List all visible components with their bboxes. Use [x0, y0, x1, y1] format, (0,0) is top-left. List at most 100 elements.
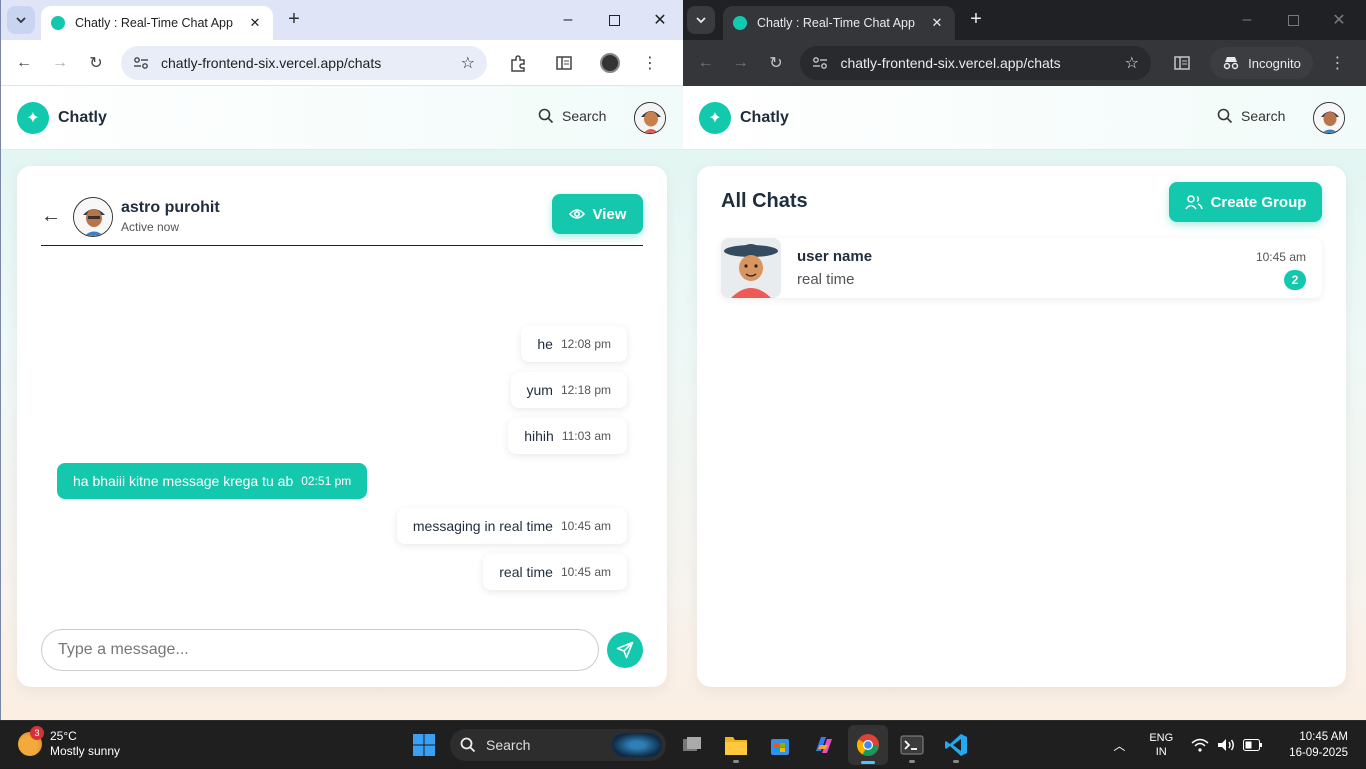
terminal-button[interactable]	[892, 725, 932, 765]
peer-name: astro purohit	[121, 199, 220, 216]
address-bar[interactable]: chatly-frontend-six.vercel.app/chats ☆	[121, 45, 487, 80]
chrome-button[interactable]	[848, 725, 888, 765]
message-bubble-received[interactable]: messaging in real time 10:45 am	[396, 508, 627, 544]
message-input[interactable]	[41, 629, 599, 671]
url-text: chatly-frontend-six.vercel.app/chats	[840, 55, 1061, 71]
message-bubble-sent[interactable]: ha bhaiii kitne message krega tu ab 02:51…	[57, 463, 368, 499]
chat-list-item[interactable]: user name real time 10:45 am 2	[721, 238, 1322, 298]
message-bubble-received[interactable]: he 12:08 pm	[521, 326, 627, 362]
vscode-button[interactable]	[936, 725, 976, 765]
header-search-button[interactable]: Search	[1217, 108, 1285, 124]
file-explorer-button[interactable]	[716, 725, 756, 765]
tab-search-button[interactable]	[687, 6, 715, 34]
bookmark-star-icon[interactable]: ☆	[461, 53, 475, 73]
forward-button[interactable]: →	[726, 48, 755, 78]
message-text: yum	[526, 382, 553, 398]
copilot-button[interactable]	[804, 725, 844, 765]
new-tab-button[interactable]: +	[965, 8, 987, 31]
reload-button[interactable]: ↻	[761, 48, 790, 78]
brand-name[interactable]: Chatly	[740, 109, 789, 127]
peer-status: Active now	[121, 220, 180, 234]
close-tab-icon[interactable]: ✕	[247, 15, 263, 31]
reload-button[interactable]: ↻	[81, 48, 111, 78]
message-bubble-received[interactable]: yum 12:18 pm	[510, 372, 627, 408]
bookmark-star-icon[interactable]: ☆	[1125, 53, 1139, 73]
chatly-favicon-icon	[51, 16, 65, 30]
chatly-logo-icon[interactable]: ✦	[17, 101, 49, 134]
brand-name[interactable]: Chatly	[58, 109, 107, 127]
browser-window-right: Chatly : Real-Time Chat App ✕ + – ✕ ← → …	[683, 0, 1366, 720]
browser-toolbar: ← → ↻ chatly-frontend-six.vercel.app/cha…	[1, 40, 683, 86]
windows-taskbar: 3 25°C Mostly sunny Search ︿ ENG IN 10:4…	[0, 720, 1366, 768]
create-group-button[interactable]: Create Group	[1169, 182, 1322, 222]
unread-badge: 2	[1284, 270, 1306, 290]
profile-avatar[interactable]	[595, 48, 625, 78]
search-icon	[538, 108, 554, 124]
browser-tab-active[interactable]: Chatly : Real-Time Chat App ✕	[723, 6, 955, 40]
message-time: 02:51 pm	[301, 474, 352, 488]
back-button[interactable]: ←	[691, 48, 720, 78]
message-bubble-received[interactable]: hihih 11:03 am	[508, 418, 627, 454]
create-group-label: Create Group	[1210, 193, 1307, 211]
close-window-button[interactable]: ✕	[637, 0, 683, 40]
minimize-button[interactable]: –	[1224, 0, 1270, 40]
clock-time: 10:45 AM	[1299, 731, 1348, 743]
browser-menu-icon[interactable]: ⋮	[1323, 48, 1352, 78]
language-indicator[interactable]: ENG IN	[1149, 731, 1173, 759]
close-window-button[interactable]: ✕	[1316, 0, 1362, 40]
search-highlight-image	[612, 733, 662, 757]
chevron-down-icon	[696, 17, 706, 24]
message-list[interactable]: he 12:08 pm yum 12:18 pm hihih 11:03 am ha bha…	[41, 326, 643, 602]
site-info-icon[interactable]	[812, 56, 828, 70]
reading-list-icon[interactable]	[549, 48, 579, 78]
chevron-up-icon[interactable]: ︿	[1113, 737, 1125, 754]
task-view-button[interactable]	[672, 725, 712, 765]
weather-sun-icon: 3	[18, 726, 44, 756]
address-bar[interactable]: chatly-frontend-six.vercel.app/chats ☆	[800, 46, 1151, 80]
peer-avatar[interactable]	[73, 196, 113, 237]
view-label: View	[592, 205, 627, 223]
site-info-icon[interactable]	[133, 56, 149, 70]
user-avatar[interactable]	[634, 102, 666, 134]
incognito-badge[interactable]: Incognito	[1210, 47, 1313, 79]
system-tray: ︿ ENG IN 10:45 AM 16-09-2025	[1113, 721, 1366, 769]
all-chats-title: All Chats	[721, 190, 808, 212]
chat-list-panel: All Chats Create Group user name real ti…	[697, 166, 1346, 687]
header-search-button[interactable]: Search	[538, 108, 606, 124]
message-bubble-received[interactable]: real time 10:45 am	[483, 554, 627, 590]
minimize-button[interactable]: –	[545, 0, 591, 40]
tab-title: Chatly : Real-Time Chat App	[75, 16, 233, 30]
new-tab-button[interactable]: +	[283, 8, 305, 31]
send-button[interactable]	[607, 632, 643, 668]
tab-search-button[interactable]	[7, 6, 35, 34]
taskbar-search[interactable]: Search	[450, 729, 666, 761]
view-profile-button[interactable]: View	[552, 194, 643, 234]
reading-list-icon[interactable]	[1167, 48, 1196, 78]
microsoft-store-button[interactable]	[760, 725, 800, 765]
weather-widget[interactable]: 3 25°C Mostly sunny	[18, 726, 120, 759]
copilot-icon	[816, 737, 832, 753]
maximize-button[interactable]	[1270, 0, 1316, 40]
incognito-icon	[1223, 57, 1239, 70]
maximize-icon	[608, 14, 620, 26]
user-avatar[interactable]	[1313, 102, 1345, 134]
extensions-icon[interactable]	[503, 48, 533, 78]
chevron-down-icon	[16, 17, 26, 24]
url-text: chatly-frontend-six.vercel.app/chats	[161, 54, 382, 71]
maximize-button[interactable]	[591, 0, 637, 40]
back-button[interactable]: ←	[9, 48, 39, 78]
app-header: ✦ Chatly Search	[1, 86, 683, 150]
forward-button[interactable]: →	[45, 48, 75, 78]
back-arrow-icon[interactable]: ←	[41, 205, 73, 228]
folder-icon	[725, 737, 747, 755]
start-button[interactable]	[404, 725, 444, 765]
browser-tab-active[interactable]: Chatly : Real-Time Chat App ✕	[41, 6, 273, 40]
clock[interactable]: 10:45 AM 16-09-2025	[1289, 729, 1348, 761]
weather-temp: 25°C	[50, 729, 77, 743]
close-tab-icon[interactable]: ✕	[929, 15, 945, 31]
browser-menu-icon[interactable]: ⋮	[635, 48, 665, 78]
quick-settings[interactable]	[1191, 738, 1271, 752]
chatly-logo-icon[interactable]: ✦	[699, 101, 731, 134]
message-composer	[41, 629, 643, 671]
search-label: Search	[562, 108, 607, 124]
